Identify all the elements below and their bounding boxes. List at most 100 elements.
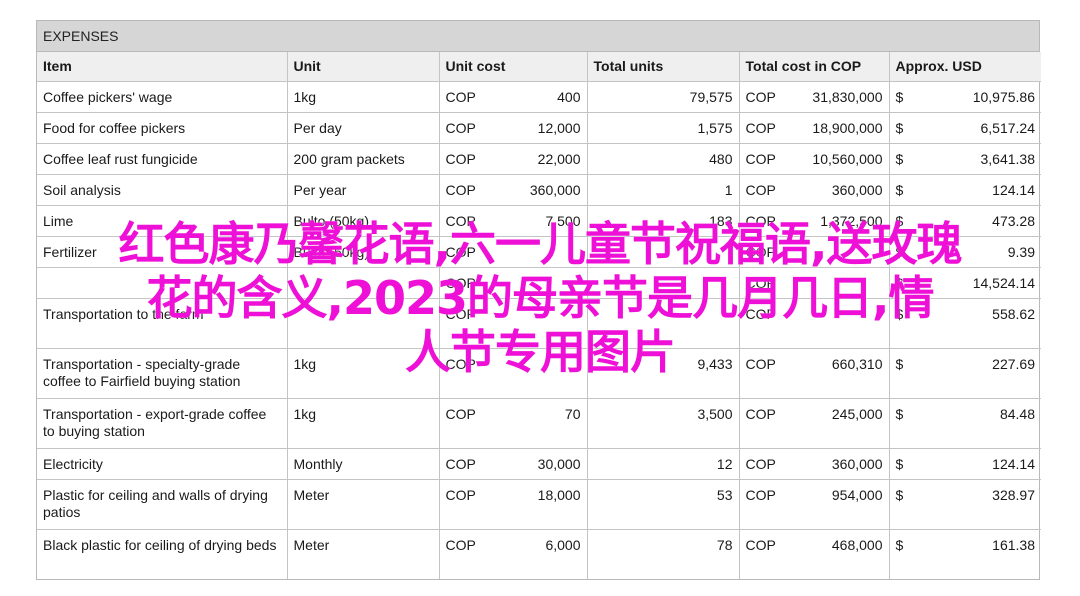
column-header-unit-cost: Unit cost [438,52,588,82]
total-units-value: 3,500 [697,405,733,422]
currency-label: $ [895,355,904,372]
section-title: EXPENSES [37,21,1039,52]
currency-label: COP [745,181,776,198]
cell-item: Transportation to the farm [37,297,288,349]
cell-total-cost: COP 660,310 [738,347,890,399]
currency-label: COP [445,150,476,167]
cell-usd: $328.97 [888,478,1041,530]
currency-label: COP [445,274,476,291]
currency-label: COP [445,88,476,105]
cell-unit [286,297,440,349]
usd-value: 328.97 [992,486,1035,503]
currency-label: COP [745,536,776,553]
cell-total-units [586,235,740,268]
cell-total-units: 79,575 [586,80,740,113]
usd-value: 161.38 [992,536,1035,553]
currency-label: $ [895,88,904,105]
column-header-usd: Approx. USD [888,52,1041,82]
currency-label: COP [745,119,776,136]
total-cost-value: 660,310 [831,355,883,372]
cell-total-cost: COP 1,372,500 [738,204,890,237]
table-row: Soil analysis Per year COP 360,000 1 COP 360,0… [37,173,1041,206]
total-units-value: 480 [709,150,733,167]
usd-value: 9.39 [1007,243,1035,260]
usd-value: 124.14 [992,181,1035,198]
cell-usd: $161.38 [888,528,1041,579]
cell-unit: Bulto (50kg) [286,235,440,268]
cell-total-units: 1,575 [586,111,740,144]
currency-label: COP [745,243,776,260]
cell-total-cost: COP 360,000 [738,173,890,206]
item-label: Transportation to the farm [43,305,204,322]
usd-value: 124.14 [992,455,1035,472]
unit-cost-value: 400 [557,88,581,105]
cell-total-cost: COP [738,235,890,268]
table-row: Plastic for ceiling and walls of drying … [37,478,1041,530]
cell-unit: 1kg [286,80,440,113]
unit-label: Monthly [293,455,343,472]
item-label: Transportation - export-grade coffee to … [43,405,267,439]
cell-total-cost: COP 10,560,000 [738,142,890,175]
cell-unit-cost: COP 6,000 [438,528,588,579]
unit-cost-value: 30,000 [537,455,581,472]
cell-unit-cost: COP [438,297,588,349]
cell-item: Lime [37,204,288,237]
cell-usd: $227.69 [888,347,1041,399]
total-cost-value: 360,000 [831,181,883,198]
currency-label: $ [895,181,904,198]
item-label: Electricity [43,455,103,472]
cell-usd: $10,975.86 [888,80,1041,113]
cell-total-cost: COP 245,000 [738,397,890,449]
unit-cost-value: 12,000 [537,119,581,136]
cell-usd: $6,517.24 [888,111,1041,144]
currency-label: $ [895,119,904,136]
table-row: Transportation - export-grade coffee to … [37,397,1041,449]
total-cost-value: 1,372,500 [820,212,883,229]
cell-usd: $473.28 [888,204,1041,237]
cell-total-units [586,266,740,299]
cell-unit-cost: COP 400 [438,80,588,113]
expenses-table-container: EXPENSES Item Unit Unit cost Total units… [36,20,1041,580]
cell-unit: 200 gram packets [286,142,440,175]
unit-label: 1kg [293,355,317,372]
currency-label: $ [895,274,904,291]
cell-unit-cost: COP [438,235,588,268]
cell-usd: $558.62 [888,297,1041,349]
cell-total-units: 12 [586,447,740,480]
cell-unit: 1kg [286,397,440,449]
total-units-value: 79,575 [689,88,733,105]
currency-label: COP [745,274,776,291]
unit-cost-value: 70 [564,405,581,422]
table-row: Coffee pickers' wage 1kg COP 400 79,575 COP 31… [37,80,1041,113]
cell-unit-cost: COP 18,000 [438,478,588,530]
item-label: Fertilizer [43,243,97,260]
cell-item: Plastic for ceiling and walls of drying … [37,478,288,530]
cell-item: Transportation - export-grade coffee to … [37,397,288,449]
total-units-value: 1,575 [697,119,733,136]
currency-label: $ [895,536,904,553]
total-units-value: 53 [716,486,733,503]
cell-item: Fertilizer [37,235,288,268]
total-cost-value: 468,000 [831,536,883,553]
cell-unit: Per year [286,173,440,206]
cell-total-cost: COP 31,830,000 [738,80,890,113]
total-cost-value: 245,000 [831,405,883,422]
column-header-item: Item [37,52,288,82]
cell-unit-cost: COP [438,347,588,399]
table-row: COP COP $14,524.14 [37,266,1041,299]
column-header-total-units: Total units [586,52,740,82]
table-row: Black plastic for ceiling of drying beds… [37,528,1041,579]
cell-item: Coffee leaf rust fungicide [37,142,288,175]
item-label: Food for coffee pickers [43,119,186,136]
cell-total-units: 480 [586,142,740,175]
cell-total-units: 9,433 [586,347,740,399]
currency-label: COP [745,486,776,503]
currency-label: COP [745,405,776,422]
cell-unit: Per day [286,111,440,144]
total-units-value: 12 [716,455,733,472]
currency-label: COP [445,486,476,503]
cell-unit-cost: COP 360,000 [438,173,588,206]
currency-label: COP [445,212,476,229]
unit-label: 1kg [293,88,317,105]
total-cost-value: 360,000 [831,455,883,472]
